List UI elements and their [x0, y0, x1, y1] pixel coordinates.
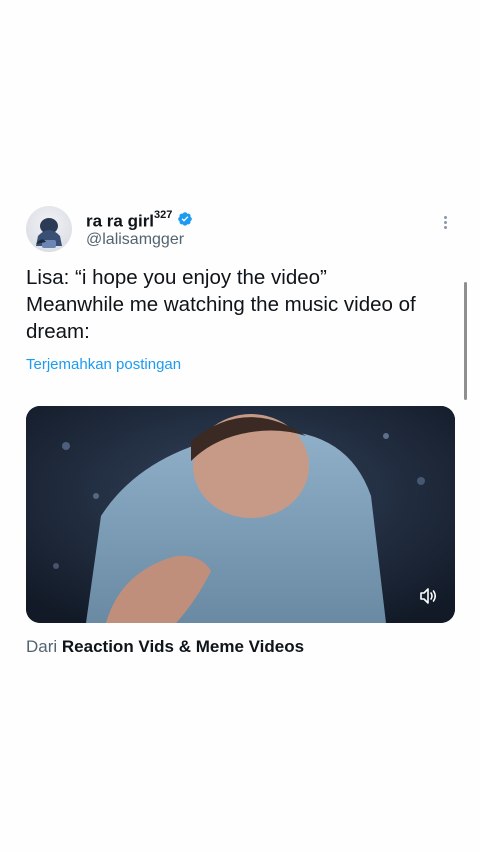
- video-player[interactable]: [26, 406, 455, 623]
- video-frame: [26, 406, 455, 623]
- avatar-illustration: [36, 218, 62, 248]
- author-display-name: ra ra girl327: [86, 209, 173, 231]
- source-name[interactable]: Reaction Vids & Meme Videos: [62, 637, 304, 656]
- source-prefix: Dari: [26, 637, 58, 656]
- tweet-screen: ra ra girl327 @lalisamgger Lisa: “i hope…: [0, 0, 480, 854]
- scrollbar[interactable]: [464, 282, 467, 400]
- tweet-text: Lisa: “i hope you enjoy the video” Meanw…: [26, 266, 416, 343]
- author-name-row[interactable]: ra ra girl327: [86, 206, 193, 233]
- video-source[interactable]: Dari Reaction Vids & Meme Videos: [26, 636, 304, 658]
- more-options-icon[interactable]: [440, 214, 450, 234]
- translate-post-link[interactable]: Terjemahkan postingan: [26, 356, 181, 373]
- verified-badge-icon: [178, 212, 193, 227]
- author-handle[interactable]: @lalisamgger: [86, 230, 184, 250]
- volume-muted-icon[interactable]: [415, 583, 441, 609]
- author-avatar[interactable]: [26, 206, 72, 252]
